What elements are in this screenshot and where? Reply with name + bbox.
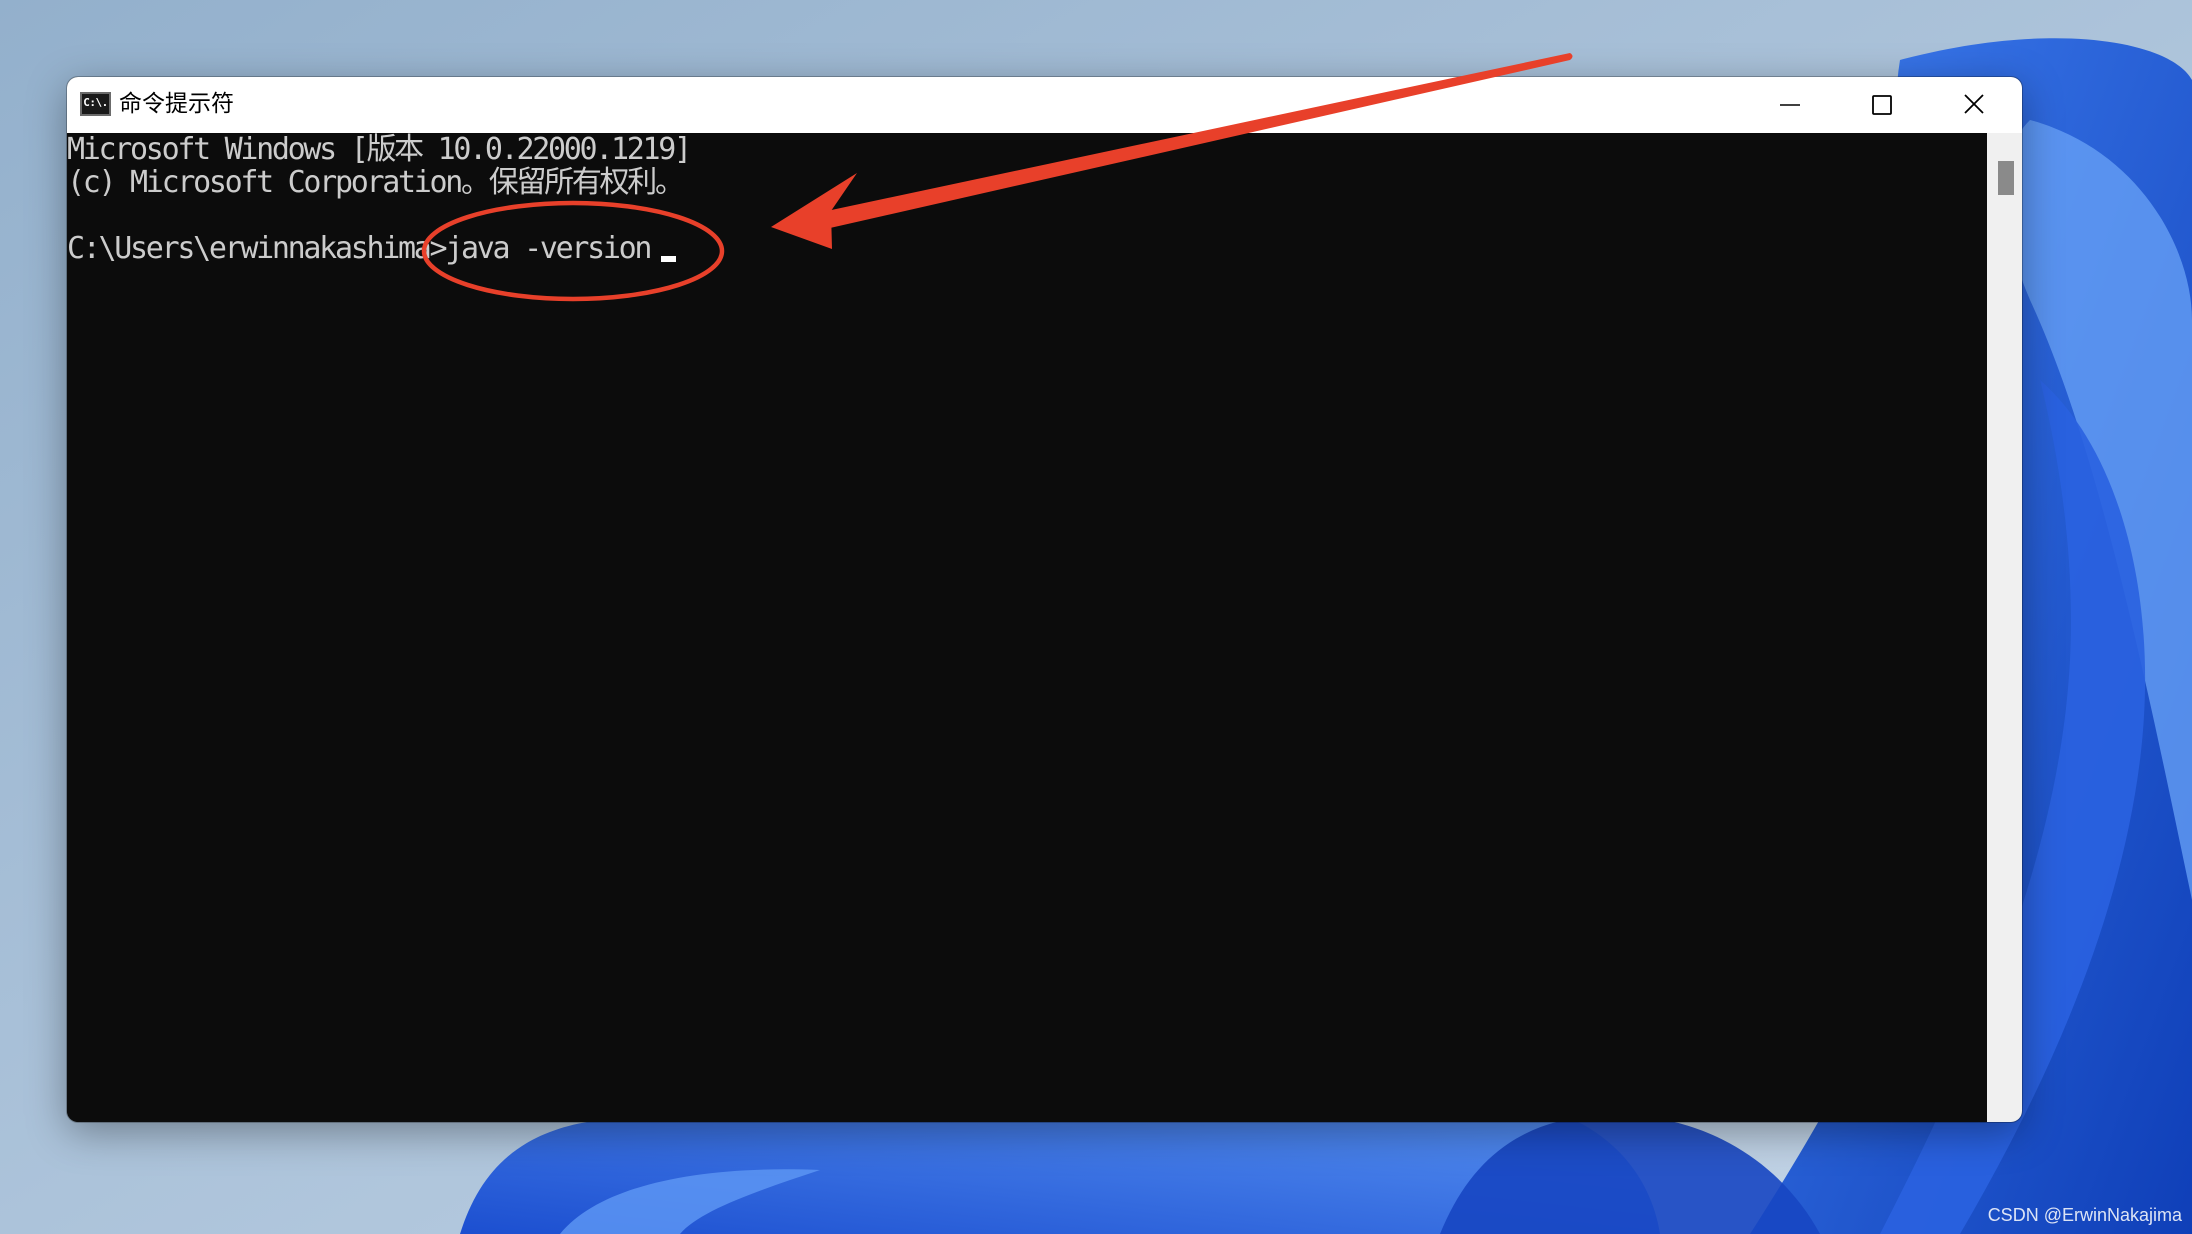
console-line-version: Microsoft Windows [版本 10.0.22000.1219] <box>67 132 692 167</box>
console-area[interactable] <box>67 133 1987 1122</box>
maximize-icon <box>1872 95 1892 115</box>
minimize-icon <box>1780 104 1800 106</box>
console-line-command: C:\Users\erwinnakashima>java -version <box>67 231 652 266</box>
close-icon <box>1964 94 1984 114</box>
watermark-text: CSDN @ErwinNakajima <box>1987 1205 2182 1225</box>
console-line-copyright: (c) Microsoft Corporation。保留所有权利。 <box>67 165 685 200</box>
close-button[interactable] <box>1928 77 2020 133</box>
minimize-button[interactable] <box>1744 77 1836 133</box>
title-bar[interactable]: C:\. 命令提示符 <box>67 77 2022 133</box>
vertical-scrollbar[interactable] <box>1987 133 2022 1122</box>
window-title: 命令提示符 <box>119 91 234 117</box>
maximize-button[interactable] <box>1836 77 1928 133</box>
cmd-icon: C:\. <box>80 92 111 116</box>
text-cursor <box>661 256 676 262</box>
scrollbar-thumb[interactable] <box>1998 161 2014 195</box>
